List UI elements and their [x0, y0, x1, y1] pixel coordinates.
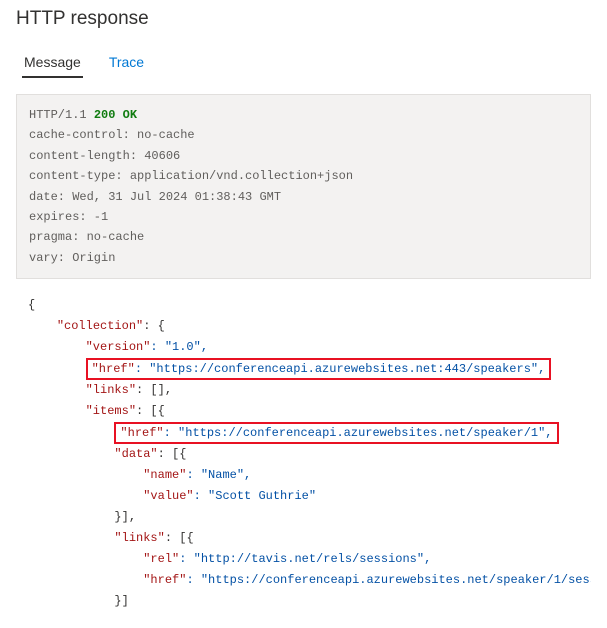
key-rel: "rel": [143, 552, 179, 566]
header-content-length: content-length: 40606: [29, 146, 578, 166]
key-href-sess: "href": [143, 573, 186, 587]
key-href-coll: "href": [92, 362, 135, 376]
key-name: "name": [143, 468, 186, 482]
val-data-open: : [{: [158, 447, 187, 461]
tab-message[interactable]: Message: [22, 48, 83, 78]
val-links-open: : [{: [165, 531, 194, 545]
header-pragma: pragma: no-cache: [29, 227, 578, 247]
header-date: date: Wed, 31 Jul 2024 01:38:43 GMT: [29, 187, 578, 207]
http-status-line: HTTP/1.1 200 OK: [29, 105, 578, 125]
tab-trace[interactable]: Trace: [107, 48, 146, 78]
http-status-code: 200 OK: [94, 108, 137, 122]
close-links: }]: [114, 594, 128, 608]
key-version: "version": [86, 340, 151, 354]
key-data: "data": [114, 447, 157, 461]
page-title: HTTP response: [16, 8, 591, 30]
header-vary: vary: Origin: [29, 248, 578, 268]
val-items-open: : [{: [136, 404, 165, 418]
header-content-type: content-type: application/vnd.collection…: [29, 166, 578, 186]
tab-bar: Message Trace: [16, 48, 591, 78]
highlight-href-item: "href": "https://conferenceapi.azurewebs…: [114, 422, 558, 444]
key-items: "items": [86, 404, 136, 418]
key-value: "value": [143, 489, 193, 503]
json-body: { "collection": { "version": "1.0", "hre…: [16, 295, 591, 612]
key-href-item: "href": [120, 426, 163, 440]
val-links-empty: : [],: [136, 383, 172, 397]
val-version: : "1.0",: [150, 340, 208, 354]
close-data: }],: [114, 510, 136, 524]
json-open: {: [28, 298, 35, 312]
http-protocol: HTTP/1.1: [29, 108, 94, 122]
key-links-2: "links": [114, 531, 164, 545]
key-collection: "collection": [57, 319, 143, 333]
colon-brace-1: : {: [143, 319, 165, 333]
val-rel: : "http://tavis.net/rels/sessions",: [179, 552, 431, 566]
val-href-item: : "https://conferenceapi.azurewebsites.n…: [164, 426, 553, 440]
header-cache-control: cache-control: no-cache: [29, 125, 578, 145]
header-expires: expires: -1: [29, 207, 578, 227]
val-name: : "Name",: [186, 468, 251, 482]
val-value: : "Scott Guthrie": [194, 489, 316, 503]
val-href-sess: : "https://conferenceapi.azurewebsites.n…: [186, 573, 591, 587]
highlight-href-collection: "href": "https://conferenceapi.azurewebs…: [86, 358, 552, 380]
http-headers-block: HTTP/1.1 200 OK cache-control: no-cache …: [16, 94, 591, 279]
key-links: "links": [86, 383, 136, 397]
val-href-coll: : "https://conferenceapi.azurewebsites.n…: [135, 362, 545, 376]
